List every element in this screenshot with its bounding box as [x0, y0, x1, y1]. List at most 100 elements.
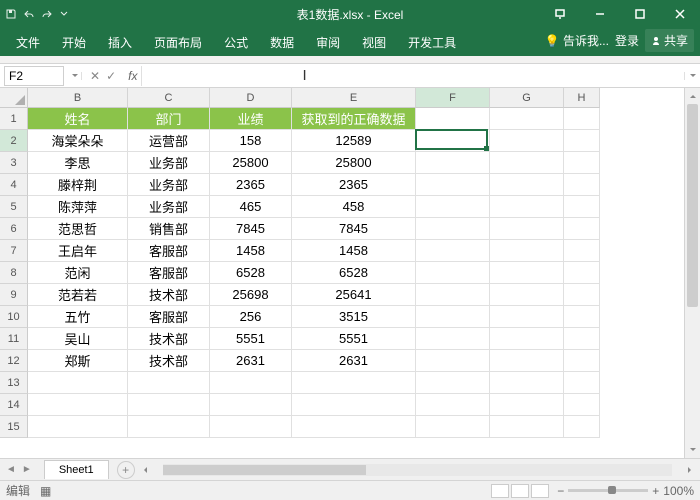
cell-C12[interactable]: 技术部: [128, 350, 210, 372]
select-all-corner[interactable]: [0, 88, 28, 108]
zoom-in-button[interactable]: +: [652, 484, 659, 498]
cell-B6[interactable]: 范思哲: [28, 218, 128, 240]
cell-D10[interactable]: 256: [210, 306, 292, 328]
row-header-7[interactable]: 7: [0, 240, 28, 262]
cell-H3[interactable]: [564, 152, 600, 174]
cell-C11[interactable]: 技术部: [128, 328, 210, 350]
cell-E13[interactable]: [292, 372, 416, 394]
fx-icon[interactable]: fx: [124, 69, 141, 83]
cell-H12[interactable]: [564, 350, 600, 372]
cell-F13[interactable]: [416, 372, 490, 394]
cell-F6[interactable]: [416, 218, 490, 240]
save-icon[interactable]: [6, 9, 16, 19]
view-layout-button[interactable]: [511, 484, 529, 498]
name-box-dropdown[interactable]: [68, 72, 82, 80]
cell-H11[interactable]: [564, 328, 600, 350]
formula-bar[interactable]: I: [141, 66, 684, 86]
row-header-3[interactable]: 3: [0, 152, 28, 174]
cell-F2[interactable]: [416, 130, 490, 152]
horizontal-scrollbar[interactable]: [141, 464, 694, 476]
login-link[interactable]: 登录: [615, 32, 639, 49]
cell-B2[interactable]: 海棠朵朵: [28, 130, 128, 152]
cell-C3[interactable]: 业务部: [128, 152, 210, 174]
view-break-button[interactable]: [531, 484, 549, 498]
cell-G10[interactable]: [490, 306, 564, 328]
cell-D7[interactable]: 1458: [210, 240, 292, 262]
col-header-E[interactable]: E: [292, 88, 416, 108]
cell-H13[interactable]: [564, 372, 600, 394]
cell-F4[interactable]: [416, 174, 490, 196]
cell-D9[interactable]: 25698: [210, 284, 292, 306]
cell-C5[interactable]: 业务部: [128, 196, 210, 218]
cell-E2[interactable]: 12589: [292, 130, 416, 152]
cell-C14[interactable]: [128, 394, 210, 416]
cell-B8[interactable]: 范闲: [28, 262, 128, 284]
tab-layout[interactable]: 页面布局: [144, 29, 212, 56]
cell-C6[interactable]: 销售部: [128, 218, 210, 240]
cell-E6[interactable]: 7845: [292, 218, 416, 240]
cell-F15[interactable]: [416, 416, 490, 438]
cell-E12[interactable]: 2631: [292, 350, 416, 372]
cell-F9[interactable]: [416, 284, 490, 306]
row-header-15[interactable]: 15: [0, 416, 28, 438]
cell-G9[interactable]: [490, 284, 564, 306]
cell-D6[interactable]: 7845: [210, 218, 292, 240]
cell-C2[interactable]: 运营部: [128, 130, 210, 152]
cell-E10[interactable]: 3515: [292, 306, 416, 328]
col-header-C[interactable]: C: [128, 88, 210, 108]
cell-E3[interactable]: 25800: [292, 152, 416, 174]
cell-F3[interactable]: [416, 152, 490, 174]
hscroll-thumb[interactable]: [163, 465, 367, 475]
cell-C8[interactable]: 客服部: [128, 262, 210, 284]
view-normal-button[interactable]: [491, 484, 509, 498]
zoom-out-button[interactable]: −: [557, 484, 564, 498]
cell-G1[interactable]: [490, 108, 564, 130]
share-button[interactable]: 共享: [645, 29, 694, 52]
cell-G5[interactable]: [490, 196, 564, 218]
tab-data[interactable]: 数据: [260, 29, 304, 56]
cell-G8[interactable]: [490, 262, 564, 284]
tab-developer[interactable]: 开发工具: [398, 29, 466, 56]
cell-G6[interactable]: [490, 218, 564, 240]
cell-F8[interactable]: [416, 262, 490, 284]
cell-E4[interactable]: 2365: [292, 174, 416, 196]
cell-D8[interactable]: 6528: [210, 262, 292, 284]
zoom-control[interactable]: − + 100%: [557, 484, 694, 498]
formula-bar-expand[interactable]: [684, 72, 700, 80]
cell-H14[interactable]: [564, 394, 600, 416]
row-header-14[interactable]: 14: [0, 394, 28, 416]
cell-B1[interactable]: 姓名: [28, 108, 128, 130]
cell-F14[interactable]: [416, 394, 490, 416]
cell-B10[interactable]: 五竹: [28, 306, 128, 328]
sheet-tab[interactable]: Sheet1: [44, 460, 109, 479]
cell-E9[interactable]: 25641: [292, 284, 416, 306]
cell-H10[interactable]: [564, 306, 600, 328]
row-header-4[interactable]: 4: [0, 174, 28, 196]
cell-C13[interactable]: [128, 372, 210, 394]
cell-E5[interactable]: 458: [292, 196, 416, 218]
enter-formula-button[interactable]: ✓: [106, 69, 116, 83]
row-header-13[interactable]: 13: [0, 372, 28, 394]
col-header-H[interactable]: H: [564, 88, 600, 108]
tab-home[interactable]: 开始: [52, 29, 96, 56]
cell-H4[interactable]: [564, 174, 600, 196]
cell-H9[interactable]: [564, 284, 600, 306]
cell-D5[interactable]: 465: [210, 196, 292, 218]
cell-G4[interactable]: [490, 174, 564, 196]
row-header-8[interactable]: 8: [0, 262, 28, 284]
cancel-formula-button[interactable]: ✕: [90, 69, 100, 83]
cell-C1[interactable]: 部门: [128, 108, 210, 130]
cell-F11[interactable]: [416, 328, 490, 350]
cell-B13[interactable]: [28, 372, 128, 394]
cell-D14[interactable]: [210, 394, 292, 416]
cell-B3[interactable]: 李思: [28, 152, 128, 174]
tab-insert[interactable]: 插入: [98, 29, 142, 56]
cell-D13[interactable]: [210, 372, 292, 394]
cell-G11[interactable]: [490, 328, 564, 350]
col-header-B[interactable]: B: [28, 88, 128, 108]
zoom-level[interactable]: 100%: [663, 484, 694, 498]
add-sheet-button[interactable]: +: [117, 461, 135, 479]
cell-G13[interactable]: [490, 372, 564, 394]
cell-G3[interactable]: [490, 152, 564, 174]
vscroll-thumb[interactable]: [687, 104, 698, 307]
